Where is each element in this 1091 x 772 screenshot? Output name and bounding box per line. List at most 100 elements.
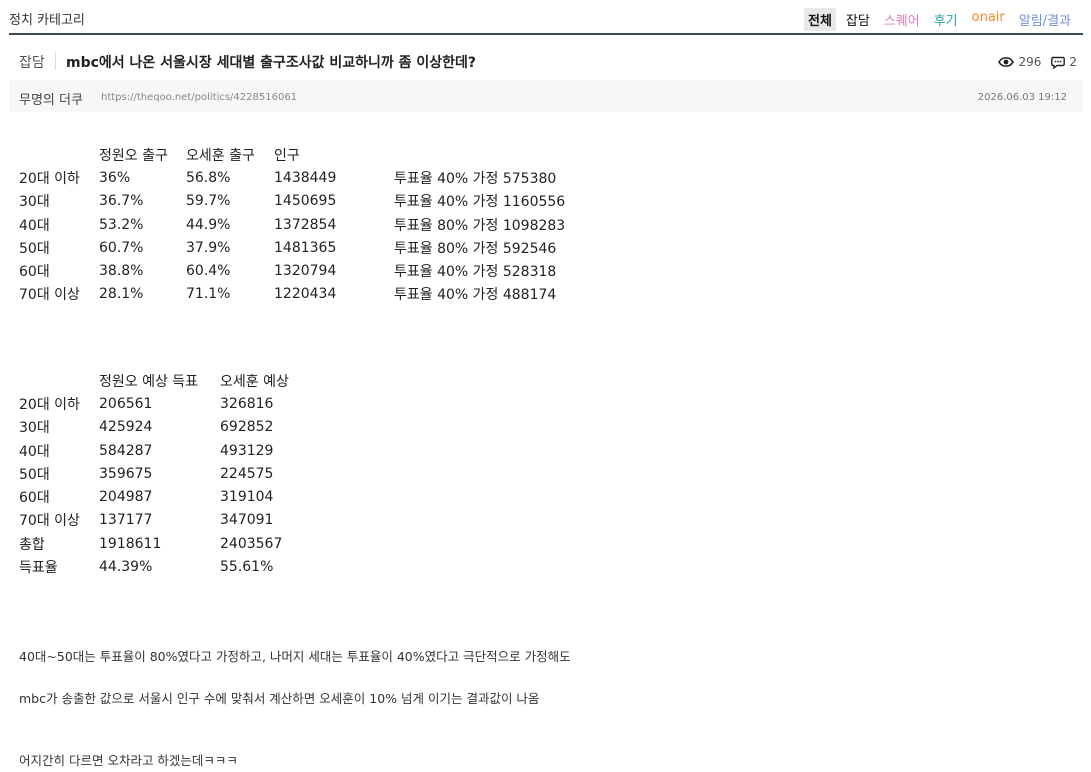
table-header-cell [19, 369, 99, 392]
table-cell: 60.4% [186, 263, 231, 280]
body-paragraph: mbc가 송출한 값으로 서울시 인구 수에 맞춰서 계산하면 오세훈이 10%… [19, 691, 540, 706]
post-category[interactable]: 잡담 [19, 52, 45, 72]
table-cell: 56.8% [186, 169, 231, 186]
post-title-row: 잡담 mbc에서 나온 서울시장 세대별 출구조사값 비교하니까 좀 이상한데?… [9, 46, 1083, 78]
table-cell: 36% [99, 169, 131, 186]
table-cell: 투표율 40% 가정 488174 [394, 287, 557, 304]
table-cell: 20대 이하 [19, 396, 80, 413]
table-header-cell: 인구 [274, 147, 300, 164]
table-cell: 1220434 [274, 286, 337, 303]
table-cell: 36.7% [99, 193, 144, 210]
table-cell: 1372854 [274, 216, 337, 233]
table-cell: 50대 [19, 466, 50, 483]
table-cell: 71.1% [186, 286, 231, 303]
projected-votes-table-body: 정원오 예상 득표 오세훈 예상 20대 이하 206561 326816 30대 4259… [19, 369, 320, 579]
table-row: 20대 이하 36% 56.8% 1438449 투표율 40% 가정 575380 [19, 166, 565, 189]
exit-poll-table-body: 정원오 출구 오세훈 출구 인구 20대 이하 36% 56.8% 1438449 투표율 4… [19, 143, 565, 306]
table-cell: 총합 [19, 536, 45, 553]
table-header-cell: 오세훈 예상 [220, 373, 289, 390]
comment-icon [1051, 56, 1066, 69]
table-cell: 70대 이상 [19, 513, 80, 530]
table-cell: 30대 [19, 194, 50, 211]
table-cell: 137177 [99, 512, 153, 529]
header-divider [9, 33, 1083, 35]
table-cell: 59.7% [186, 193, 231, 210]
table-cell: 1438449 [274, 169, 337, 186]
table-row: 30대 36.7% 59.7% 1450695 투표율 40% 가정 1160556 [19, 190, 565, 213]
table-row: 20대 이하 206561 326816 [19, 392, 320, 415]
table-cell: 53.2% [99, 216, 144, 233]
table-cell: 319104 [220, 489, 274, 506]
view-count: 296 [1018, 55, 1042, 69]
table-header-cell: 정원오 출구 [99, 147, 168, 164]
table-cell: 60대 [19, 490, 50, 507]
post-stats: 296 2 [998, 55, 1077, 69]
table-cell: 38.8% [99, 263, 144, 280]
tab-review[interactable]: 후기 [930, 8, 962, 31]
table-cell: 투표율 80% 가정 592546 [394, 240, 557, 257]
table-cell: 투표율 40% 가정 1160556 [394, 194, 566, 211]
table-cell: 투표율 40% 가정 528318 [394, 264, 557, 281]
table-cell: 55.61% [220, 559, 274, 576]
table-row: 득표율 44.39% 55.61% [19, 555, 320, 578]
post-author: 무명의 더쿠 [19, 93, 83, 108]
table-cell: 692852 [220, 419, 274, 436]
table-header-cell [394, 143, 565, 166]
table-cell: 28.1% [99, 286, 144, 303]
table-row: 40대 53.2% 44.9% 1372854 투표율 80% 가정 1098283 [19, 213, 565, 236]
table-header-cell: 정원오 예상 득표 [99, 373, 199, 390]
post-datetime: 2026.06.03 19:12 [977, 92, 1067, 103]
tab-notice-result[interactable]: 알림/결과 [1015, 8, 1075, 31]
body-paragraph: 어지간히 다르면 오차라고 하겠는데ㅋㅋㅋ [19, 753, 238, 768]
category-tabs: 전체 잡담 스퀘어 후기 onair 알림/결과 [798, 8, 1075, 31]
table-cell: 493129 [220, 442, 274, 459]
table-row: 30대 425924 692852 [19, 416, 320, 439]
table-cell: 40대 [19, 217, 50, 234]
table-cell: 206561 [99, 395, 153, 412]
table-cell: 30대 [19, 420, 50, 437]
title-separator [55, 52, 56, 70]
table-cell: 204987 [99, 489, 153, 506]
comment-count[interactable]: 2 [1069, 55, 1077, 69]
table-header-cell [19, 143, 99, 166]
table-cell: 44.39% [99, 559, 153, 576]
projected-votes-table: 정원오 예상 득표 오세훈 예상 20대 이하 206561 326816 30대 4259… [19, 369, 320, 579]
table-cell: 50대 [19, 240, 50, 257]
tab-square[interactable]: 스퀘어 [880, 8, 924, 31]
eye-icon [998, 57, 1015, 67]
table-header-row: 정원오 예상 득표 오세훈 예상 [19, 369, 320, 392]
table-header-row: 정원오 출구 오세훈 출구 인구 [19, 143, 565, 166]
table-row: 50대 60.7% 37.9% 1481365 투표율 80% 가정 592546 [19, 236, 565, 259]
post-meta-row: 무명의 더쿠 https://theqoo.net/politics/42285… [9, 80, 1083, 112]
table-cell: 425924 [99, 419, 153, 436]
post-url[interactable]: https://theqoo.net/politics/4228516061 [101, 92, 297, 103]
tab-chat[interactable]: 잡담 [842, 8, 874, 31]
table-row: 60대 38.8% 60.4% 1320794 투표율 40% 가정 528318 [19, 259, 565, 282]
exit-poll-table: 정원오 출구 오세훈 출구 인구 20대 이하 36% 56.8% 1438449 투표율 4… [19, 143, 565, 306]
table-cell: 1320794 [274, 263, 337, 280]
table-cell: 2403567 [220, 535, 283, 552]
table-cell: 60대 [19, 264, 50, 281]
table-cell: 60.7% [99, 239, 144, 256]
table-cell: 44.9% [186, 216, 231, 233]
category-title[interactable]: 정치 카테고리 [9, 9, 85, 28]
table-cell: 1450695 [274, 193, 337, 210]
tab-all[interactable]: 전체 [803, 8, 836, 31]
table-cell: 584287 [99, 442, 153, 459]
table-cell: 326816 [220, 395, 274, 412]
table-cell: 37.9% [186, 239, 231, 256]
table-cell: 224575 [220, 465, 274, 482]
table-row: 총합 1918611 2403567 [19, 532, 320, 555]
table-cell: 1918611 [99, 535, 162, 552]
table-cell: 투표율 80% 가정 1098283 [394, 217, 566, 234]
table-cell: 347091 [220, 512, 274, 529]
body-paragraph: 40대~50대는 투표율이 80%였다고 가정하고, 나머지 세대는 투표율이 … [19, 649, 571, 664]
tab-onair[interactable]: onair [968, 8, 1009, 31]
table-header-cell: 오세훈 출구 [186, 147, 255, 164]
table-row: 40대 584287 493129 [19, 439, 320, 462]
table-row: 60대 204987 319104 [19, 485, 320, 508]
table-cell: 1481365 [274, 239, 337, 256]
post-title: mbc에서 나온 서울시장 세대별 출구조사값 비교하니까 좀 이상한데? [66, 55, 477, 71]
table-row: 50대 359675 224575 [19, 462, 320, 485]
table-cell: 40대 [19, 443, 50, 460]
